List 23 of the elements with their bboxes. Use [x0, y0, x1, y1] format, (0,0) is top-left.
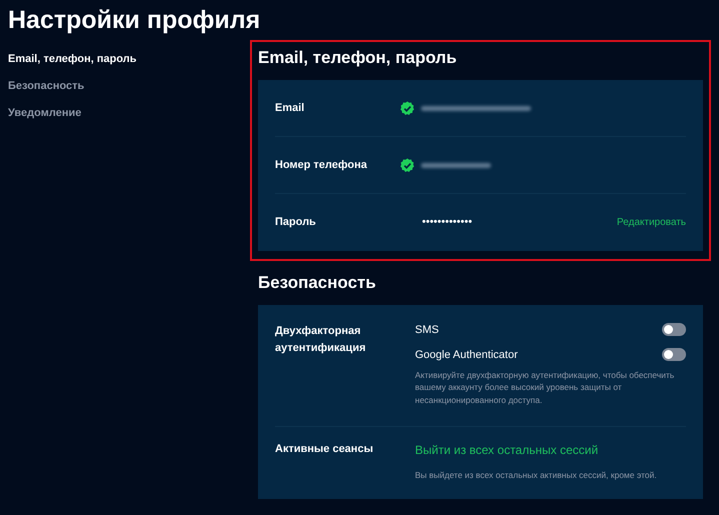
verified-check-icon [400, 158, 415, 172]
password-value: ••••••••••••• [422, 216, 474, 228]
sidebar-item[interactable]: Уведомление [8, 107, 250, 119]
edit-link[interactable]: Редактировать [616, 216, 686, 228]
sidebar-item[interactable]: Email, телефон, пароль [8, 53, 250, 65]
field-label: Пароль [275, 216, 317, 228]
logout-sessions-link[interactable]: Выйти из всех остальных сессий [415, 442, 686, 457]
section-title: Безопасность [258, 273, 377, 293]
field-label: Email [275, 102, 306, 114]
option-label: Google Authenticator [415, 348, 518, 360]
field-label: Активные сеансы [275, 442, 374, 457]
section-title: Email, телефон, пароль [258, 48, 458, 68]
blurred-value [421, 162, 491, 168]
verified-check-icon [400, 100, 415, 116]
toggle-switch[interactable] [662, 323, 686, 336]
hint-text: Вы выйдете из всех остальных активных сессий, кроме этой. [415, 468, 658, 482]
toggle-switch[interactable] [662, 348, 686, 361]
option-label: SMS [415, 324, 439, 336]
field-label: Двухфакторная аутентификация [275, 324, 367, 356]
sidebar-item[interactable]: Безопасность [8, 80, 250, 92]
hint-text: Активируйте двухфакторную аутентификацию, чтобы обеспечить вашему аккаунту более высокий уровень защиты от несанкционированного доступа. [415, 369, 676, 406]
field-label: Номер телефона [275, 159, 368, 171]
page-title: Настройки профиля [8, 6, 262, 36]
